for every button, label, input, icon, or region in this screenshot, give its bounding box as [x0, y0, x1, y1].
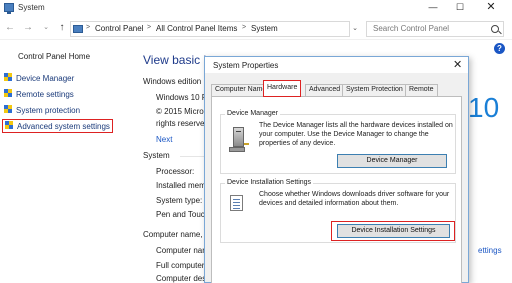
control-panel-home-link[interactable]: Control Panel Home — [18, 52, 90, 61]
tab-hardware[interactable]: Hardware — [263, 80, 302, 97]
windows-edition-label: Windows edition — [143, 77, 202, 86]
sidebar-item-label: Remote settings — [16, 90, 74, 99]
sidebar-item-label: Advanced system settings — [17, 122, 110, 131]
device-installation-settings-icon — [230, 195, 243, 211]
address-dropdown-icon[interactable]: ⌄ — [350, 21, 360, 37]
processor-label: Processor: — [156, 167, 195, 176]
page-title: View basic in — [143, 53, 213, 67]
breadcrumb-separator[interactable]: > — [242, 24, 246, 31]
device-manager-button[interactable]: Device Manager — [337, 154, 447, 168]
close-button[interactable]: ✕ — [478, 1, 504, 14]
next-link[interactable]: Next — [156, 135, 172, 144]
minimize-button[interactable]: — — [420, 1, 446, 14]
search-icon — [491, 25, 499, 33]
device-installation-settings-group: Device Installation Settings Choose whet… — [220, 179, 456, 243]
device-manager-computer-icon — [229, 127, 251, 153]
device-installation-settings-group-title: Device Installation Settings — [225, 179, 314, 186]
windows-version: Windows 10 P — [156, 93, 208, 102]
tab-computer-name[interactable]: Computer Name — [211, 84, 271, 96]
section-divider — [180, 156, 204, 157]
computer-name-label: Computer nam — [156, 246, 209, 255]
copyright-text: © 2015 Micro — [156, 107, 204, 116]
tab-remote[interactable]: Remote — [405, 84, 438, 96]
sidebar-item-label: Device Manager — [16, 74, 75, 83]
breadcrumb-system[interactable]: System — [251, 24, 278, 33]
address-bar[interactable]: > Control Panel > All Control Panel Item… — [70, 21, 350, 37]
window-titlebar: System — ☐ ✕ — [0, 0, 512, 16]
rights-text: rights reserve — [156, 119, 205, 128]
dialog-title: System Properties — [213, 61, 279, 70]
computer-name-section-label: Computer name, — [143, 230, 203, 239]
system-computer-icon — [4, 3, 14, 14]
uac-shield-icon — [4, 73, 12, 82]
window-title: System — [18, 3, 45, 12]
uac-shield-icon — [4, 89, 12, 98]
tab-system-protection[interactable]: System Protection — [342, 84, 407, 96]
maximize-button[interactable]: ☐ — [447, 1, 473, 14]
breadcrumb-control-panel[interactable]: Control Panel — [95, 24, 143, 33]
breadcrumb-all-items[interactable]: All Control Panel Items — [156, 24, 237, 33]
uac-shield-icon — [5, 121, 13, 130]
full-computer-name-label: Full computer — [156, 261, 205, 270]
pen-touch-label: Pen and Touc — [156, 210, 205, 219]
sidebar-item-device-manager[interactable]: Device Manager — [4, 73, 74, 83]
dialog-titlebar: System Properties ✕ — [205, 57, 468, 73]
windows-10-brand-number: 10 — [468, 92, 500, 123]
search-input[interactable]: Search Control Panel — [366, 21, 504, 37]
sidebar-item-advanced-system-settings[interactable]: Advanced system settings — [2, 119, 113, 133]
change-settings-link[interactable]: ettings — [478, 246, 502, 255]
control-panel-icon — [73, 25, 83, 33]
tab-advanced[interactable]: Advanced — [305, 84, 345, 96]
back-arrow-icon[interactable]: ← — [4, 22, 16, 34]
search-placeholder: Search Control Panel — [373, 24, 450, 33]
dialog-close-button[interactable]: ✕ — [453, 58, 462, 71]
uac-shield-icon — [4, 105, 12, 114]
forward-arrow-icon[interactable]: → — [22, 22, 34, 34]
breadcrumb-separator[interactable]: > — [147, 24, 151, 31]
hardware-tab-panel: Device Manager The Device Manager lists … — [211, 96, 462, 283]
computer-description-label: Computer des — [156, 274, 207, 283]
system-section-label: System — [143, 151, 170, 160]
device-manager-description: The Device Manager lists all the hardwar… — [259, 122, 453, 147]
system-properties-dialog: System Properties ✕ Computer Name Hardwa… — [204, 56, 469, 283]
device-manager-group-title: Device Manager — [225, 110, 280, 117]
sidebar-item-system-protection[interactable]: System protection — [4, 105, 80, 115]
recent-locations-chevron-icon[interactable]: ⌄ — [40, 22, 52, 34]
navigation-bar: ← → ⌄ ↑ > Control Panel > All Control Pa… — [0, 18, 512, 40]
up-arrow-icon[interactable]: ↑ — [56, 22, 68, 34]
sidebar-item-label: System protection — [16, 106, 81, 115]
device-installation-settings-description: Choose whether Windows downloads driver … — [259, 191, 450, 207]
sidebar-item-remote-settings[interactable]: Remote settings — [4, 89, 74, 99]
device-installation-settings-button[interactable]: Device Installation Settings — [337, 224, 450, 238]
installed-memory-label: Installed mem — [156, 181, 206, 190]
device-manager-group: Device Manager The Device Manager lists … — [220, 110, 456, 174]
system-type-label: System type: — [156, 196, 203, 205]
breadcrumb-separator[interactable]: > — [86, 24, 90, 31]
help-icon[interactable]: ? — [494, 43, 505, 54]
